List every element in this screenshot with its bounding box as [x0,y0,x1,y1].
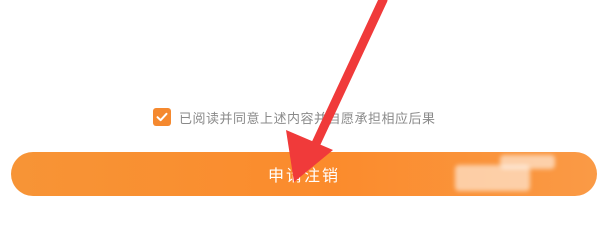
checkmark-icon [156,112,168,122]
watermark-patch [500,155,555,169]
apply-cancellation-label: 申请注销 [267,168,340,185]
agreement-text: 已阅读并同意上述内容并自愿承担相应后果 [179,111,436,127]
agreement-row[interactable]: 已阅读并同意上述内容并自愿承担相应后果 [153,106,436,128]
agreement-checkbox[interactable] [153,108,171,126]
